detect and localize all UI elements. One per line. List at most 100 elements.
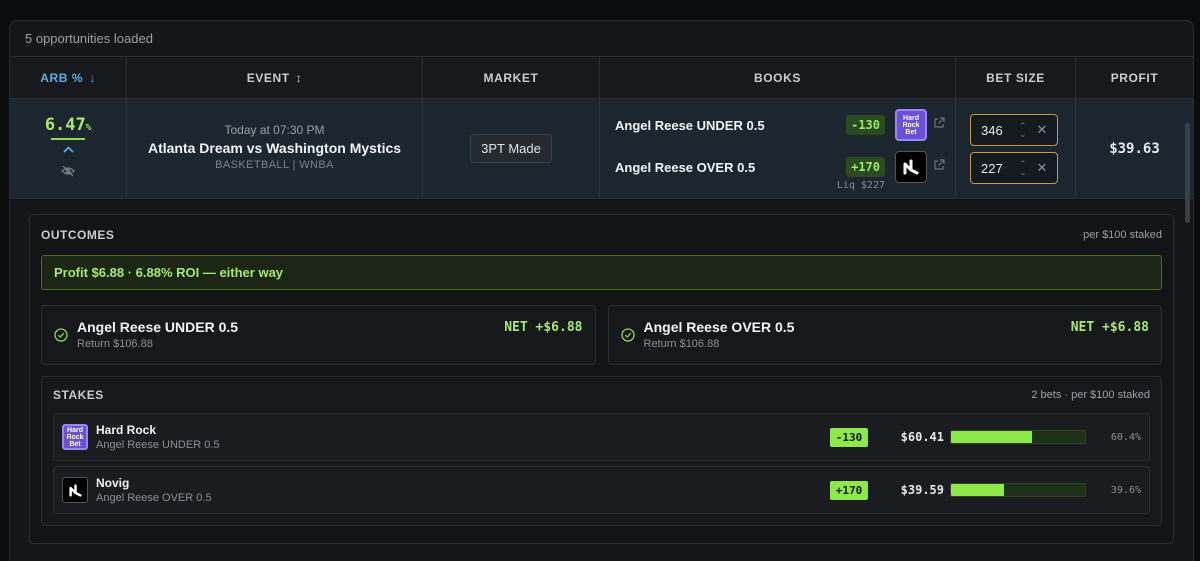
stepper-icon[interactable]: ⌃ ⌄	[1019, 160, 1027, 177]
stake-bar-fill	[951, 484, 1005, 496]
detail-panel: OUTCOMES per $100 staked Profit $6.88 · …	[10, 199, 1193, 544]
odds-box: +170 Liq $227	[833, 157, 885, 191]
event-time: Today at 07:30 PM	[224, 123, 325, 137]
event-name: Atlanta Dream vs Washington Mystics	[147, 140, 402, 156]
external-link-icon[interactable]	[933, 116, 945, 134]
stake-odds: +170	[830, 480, 868, 500]
novig-logo[interactable]	[895, 151, 927, 183]
outcome-card: Angel Reese UNDER 0.5 Return $106.88 NET…	[41, 305, 596, 365]
arb-underline	[51, 138, 85, 140]
odds-badge: +170	[846, 157, 885, 177]
column-books: BOOKS	[600, 57, 956, 98]
stepper-icon[interactable]: ⌃ ⌄	[1019, 122, 1027, 139]
event-league: BASKETBALL | WNBA	[215, 159, 334, 171]
stakes-section: STAKES 2 bets · per $100 staked Hard Roc…	[41, 376, 1162, 526]
stake-book: Novig	[96, 476, 130, 490]
hard-rock-logo: Hard Rock Bet	[62, 424, 88, 450]
roi-summary: Profit $6.88 · 6.88% ROI — either way	[41, 255, 1162, 290]
detail-inner: OUTCOMES per $100 staked Profit $6.88 · …	[29, 214, 1174, 544]
hard-rock-logo-text: Hard Rock Bet	[66, 426, 84, 448]
stake-values: -130 $60.41 60.4%	[830, 414, 1141, 460]
external-link-icon[interactable]	[933, 158, 945, 176]
arb-number: 6.47	[44, 115, 86, 135]
sort-down-icon: ↓	[89, 70, 96, 85]
clear-icon[interactable]: ✕	[1037, 160, 1048, 176]
hide-eye-icon[interactable]	[61, 164, 75, 182]
book-line-under: Angel Reese UNDER 0.5 -130 Hard Rock Bet	[615, 105, 945, 145]
stake-values: +170 $39.59 39.6%	[830, 467, 1141, 513]
table-row[interactable]: 6.47% Today at 07:30 PM Atlanta Dream vs…	[10, 99, 1193, 199]
stake-pct: 60.4%	[1110, 431, 1141, 443]
sort-both-icon: ↕	[295, 70, 303, 85]
book-selection: Angel Reese UNDER 0.5	[615, 117, 765, 133]
column-arb-label: ARB %	[40, 70, 84, 85]
market-badge: 3PT Made	[470, 134, 552, 163]
stake-pct: 39.6%	[1110, 484, 1141, 496]
book-line-over: Angel Reese OVER 0.5 +170 Liq $227	[615, 147, 945, 191]
stake-amount: $60.41	[900, 430, 944, 444]
books-cell: Angel Reese UNDER 0.5 -130 Hard Rock Bet…	[600, 99, 956, 198]
bet-size-value: 227	[981, 160, 1003, 176]
column-bet-size: BET SIZE	[956, 57, 1076, 98]
outcome-cards: Angel Reese UNDER 0.5 Return $106.88 NET…	[41, 305, 1162, 365]
bet-size-input[interactable]: 227 ⌃ ⌄ ✕	[970, 152, 1058, 184]
stake-odds: -130	[830, 427, 868, 447]
hard-rock-logo-text: Hard Rock Bet	[902, 114, 920, 136]
check-circle-icon	[54, 328, 68, 347]
stakes-title: STAKES	[53, 388, 104, 402]
clear-icon[interactable]: ✕	[1037, 122, 1048, 138]
outcome-net: NET +$6.88	[1070, 320, 1149, 335]
opportunities-panel: 5 opportunities loaded ARB % ↓ EVENT ↕ M…	[9, 20, 1194, 561]
outcome-selection: Angel Reese UNDER 0.5	[77, 319, 239, 335]
bet-size-cell: 346 ⌃ ⌄ ✕ 227 ⌃ ⌄ ✕	[956, 99, 1076, 198]
arb-unit: %	[85, 123, 92, 133]
stakes-meta: 2 bets · per $100 staked	[1031, 389, 1150, 401]
column-market: MARKET	[423, 57, 600, 98]
stake-text: Hard Rock Angel Reese UNDER 0.5	[96, 423, 220, 451]
stake-bar	[950, 430, 1086, 444]
column-bet-size-label: BET SIZE	[986, 70, 1045, 85]
bet-size-value: 346	[981, 122, 1003, 138]
stake-bar-fill	[951, 431, 1032, 443]
scrollbar[interactable]	[1185, 123, 1190, 223]
outcome-text: Angel Reese UNDER 0.5 Return $106.88	[77, 319, 238, 350]
stake-selection: Angel Reese UNDER 0.5	[96, 439, 220, 451]
column-event-label: EVENT	[246, 70, 290, 85]
outcome-selection: Angel Reese OVER 0.5	[643, 319, 795, 335]
outcome-card: Angel Reese OVER 0.5 Return $106.88 NET …	[607, 305, 1162, 365]
stake-row: Novig Angel Reese OVER 0.5 +170 $39.59 3…	[53, 466, 1150, 514]
outcome-return: Return $106.88	[643, 338, 720, 350]
outcomes-meta: per $100 staked	[1083, 229, 1162, 241]
column-profit-label: PROFIT	[1110, 70, 1159, 85]
arb-cell: 6.47%	[10, 99, 127, 198]
liquidity-label: Liq $227	[836, 180, 885, 191]
outcome-return: Return $106.88	[77, 338, 153, 350]
loaded-count: 5 opportunities loaded	[10, 21, 1193, 57]
column-market-label: MARKET	[483, 70, 539, 85]
arb-value: 6.47%	[45, 115, 91, 135]
collapse-chevron-icon[interactable]	[62, 144, 74, 156]
odds-badge: -130	[846, 115, 885, 135]
column-event-sort[interactable]: EVENT ↕	[127, 57, 423, 98]
profit-value: $39.63	[1109, 140, 1160, 157]
outcomes-header: OUTCOMES per $100 staked	[41, 215, 1162, 255]
bet-size-input[interactable]: 346 ⌃ ⌄ ✕	[970, 114, 1058, 146]
table-header: ARB % ↓ EVENT ↕ MARKET BOOKS BET SIZE PR…	[10, 57, 1193, 99]
column-arb-sort[interactable]: ARB % ↓	[10, 57, 127, 98]
stake-book: Hard Rock	[96, 423, 157, 437]
stake-row: Hard Rock Bet Hard Rock Angel Reese UNDE…	[53, 413, 1150, 461]
column-profit: PROFIT	[1076, 57, 1193, 98]
market-cell: 3PT Made	[423, 99, 600, 198]
stakes-header: STAKES 2 bets · per $100 staked	[53, 377, 1150, 413]
stake-amount: $39.59	[900, 483, 944, 497]
outcome-text: Angel Reese OVER 0.5 Return $106.88	[644, 319, 795, 350]
book-selection: Angel Reese OVER 0.5	[615, 159, 756, 175]
event-cell: Today at 07:30 PM Atlanta Dream vs Washi…	[127, 99, 423, 198]
outcomes-title: OUTCOMES	[41, 228, 115, 242]
hard-rock-logo[interactable]: Hard Rock Bet	[895, 109, 927, 141]
column-books-label: BOOKS	[753, 70, 801, 85]
stake-bar	[950, 483, 1086, 497]
stake-text: Novig Angel Reese OVER 0.5	[96, 476, 212, 504]
stake-selection: Angel Reese OVER 0.5	[96, 492, 212, 504]
odds-box: -130	[833, 115, 885, 135]
